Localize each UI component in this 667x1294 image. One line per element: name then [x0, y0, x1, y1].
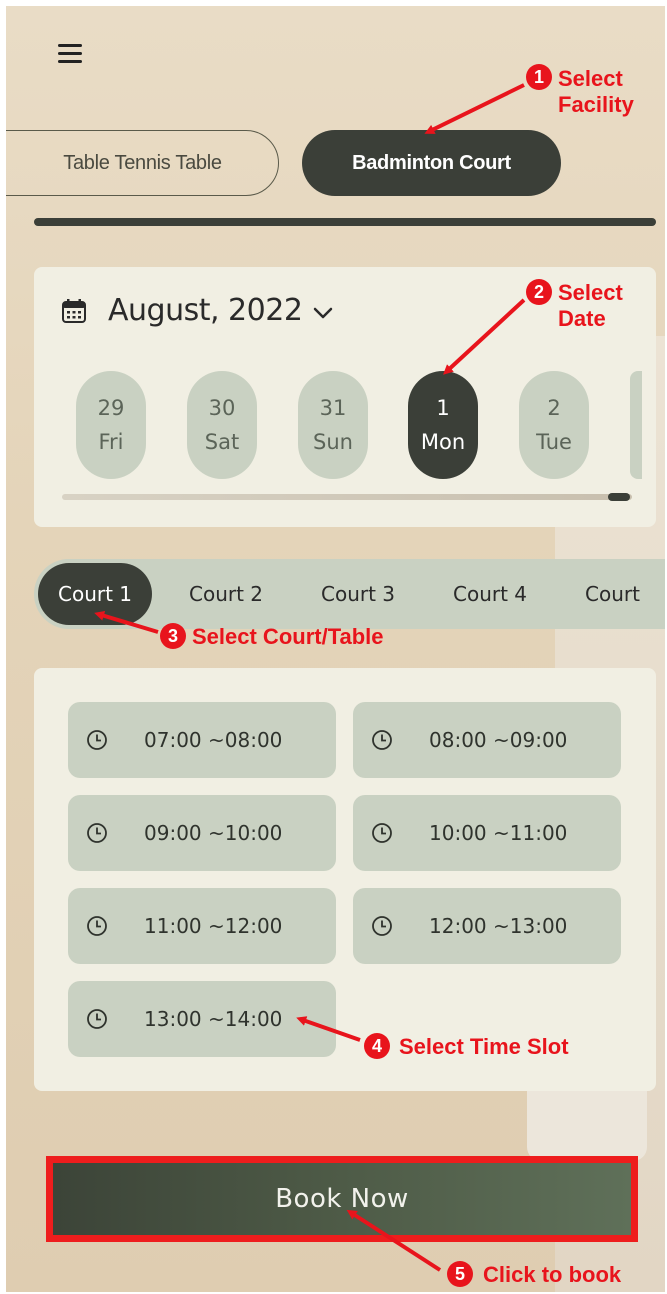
facility-tab-badminton[interactable]: Badminton Court	[302, 130, 561, 196]
facility-tab-label: Badminton Court	[352, 151, 511, 174]
court-label: Court 4	[453, 582, 528, 606]
month-label: August, 2022	[108, 293, 303, 328]
date-number: 2	[547, 396, 561, 420]
time-slot-label: 08:00 ~09:00	[429, 728, 568, 752]
time-slot-label: 10:00 ~11:00	[429, 821, 568, 845]
clock-icon	[87, 1009, 107, 1029]
date-weekday: Fri	[98, 430, 124, 454]
time-slot-label: 13:00 ~14:00	[144, 1007, 283, 1031]
court-tab-3[interactable]: Court 3	[321, 559, 395, 629]
court-tab-4[interactable]: Court 4	[453, 559, 527, 629]
annotation-label-3: Select Court/Table	[192, 624, 384, 649]
date-weekday: Tue	[536, 430, 572, 454]
court-selector: Court 1 Court 2 Court 3 Court 4 Court	[34, 559, 665, 629]
annotation-badge-1: 1	[526, 64, 552, 90]
time-slot[interactable]: 10:00 ~11:00	[353, 795, 621, 871]
court-label: Court 3	[321, 582, 396, 606]
date-pill[interactable]: 2 Tue	[519, 371, 589, 479]
date-pill[interactable]: 31 Sun	[298, 371, 368, 479]
clock-icon	[372, 916, 392, 936]
date-number: 30	[208, 396, 236, 420]
date-scrollbar-track[interactable]	[62, 494, 632, 500]
annotation-text: Facility	[558, 92, 634, 117]
court-tab-2[interactable]: Court 2	[189, 559, 263, 629]
facility-tab-table-tennis[interactable]: Table Tennis Table	[6, 130, 279, 196]
time-slot[interactable]: 08:00 ~09:00	[353, 702, 621, 778]
court-label: Court 2	[189, 582, 264, 606]
date-weekday: Sun	[313, 430, 353, 454]
date-scrollbar-thumb[interactable]	[608, 493, 630, 501]
date-weekday: Sat	[204, 430, 240, 454]
clock-icon	[372, 730, 392, 750]
time-slot-label: 09:00 ~10:00	[144, 821, 283, 845]
annotation-label-1: Select Facility	[558, 66, 634, 118]
clock-icon	[87, 730, 107, 750]
date-number: 1	[436, 396, 450, 420]
annotation-badge-5: 5	[447, 1261, 473, 1287]
book-now-button[interactable]: Book Now	[53, 1163, 631, 1235]
time-slot[interactable]: 13:00 ~14:00	[68, 981, 336, 1057]
date-pill[interactable]: 29 Fri	[76, 371, 146, 479]
clock-icon	[87, 916, 107, 936]
time-slot[interactable]: 07:00 ~08:00	[68, 702, 336, 778]
date-number: 29	[97, 396, 125, 420]
time-slot[interactable]: 11:00 ~12:00	[68, 888, 336, 964]
clock-icon	[87, 823, 107, 843]
annotation-text: Select	[558, 66, 623, 91]
annotation-text: Select	[558, 280, 623, 305]
time-slot-label: 11:00 ~12:00	[144, 914, 283, 938]
annotation-badge-2: 2	[526, 279, 552, 305]
time-slot[interactable]: 12:00 ~13:00	[353, 888, 621, 964]
time-slot-label: 12:00 ~13:00	[429, 914, 568, 938]
chevron-down-icon[interactable]	[312, 305, 334, 321]
court-tab-1[interactable]: Court 1	[38, 563, 153, 625]
book-now-label: Book Now	[275, 1184, 409, 1214]
clock-icon	[372, 823, 392, 843]
date-weekday: Mon	[420, 430, 466, 454]
time-slot[interactable]: 09:00 ~10:00	[68, 795, 336, 871]
facility-scroll-indicator	[34, 218, 656, 226]
hamburger-menu-icon[interactable]	[58, 44, 88, 66]
court-tab-5[interactable]: Court	[585, 559, 640, 629]
date-pill-partial[interactable]	[630, 371, 642, 479]
annotation-badge-4: 4	[364, 1033, 390, 1059]
court-label: Court	[585, 582, 640, 606]
time-slot-label: 07:00 ~08:00	[144, 728, 283, 752]
facility-tab-label: Table Tennis Table	[63, 151, 222, 174]
annotation-label-5: Click to book	[483, 1262, 622, 1287]
time-slot-card: 07:00 ~08:00 08:00 ~09:00 09:00 ~10:00 1…	[34, 668, 656, 1091]
court-label: Court 1	[58, 582, 133, 606]
annotation-label-2: Select Date	[558, 280, 623, 332]
annotation-text: Date	[558, 306, 606, 331]
annotation-badge-3: 3	[160, 623, 186, 649]
date-pill-selected[interactable]: 1 Mon	[408, 371, 478, 479]
date-number: 31	[319, 396, 347, 420]
annotation-label-4: Select Time Slot	[399, 1034, 569, 1059]
date-pill[interactable]: 30 Sat	[187, 371, 257, 479]
calendar-icon	[62, 299, 86, 323]
